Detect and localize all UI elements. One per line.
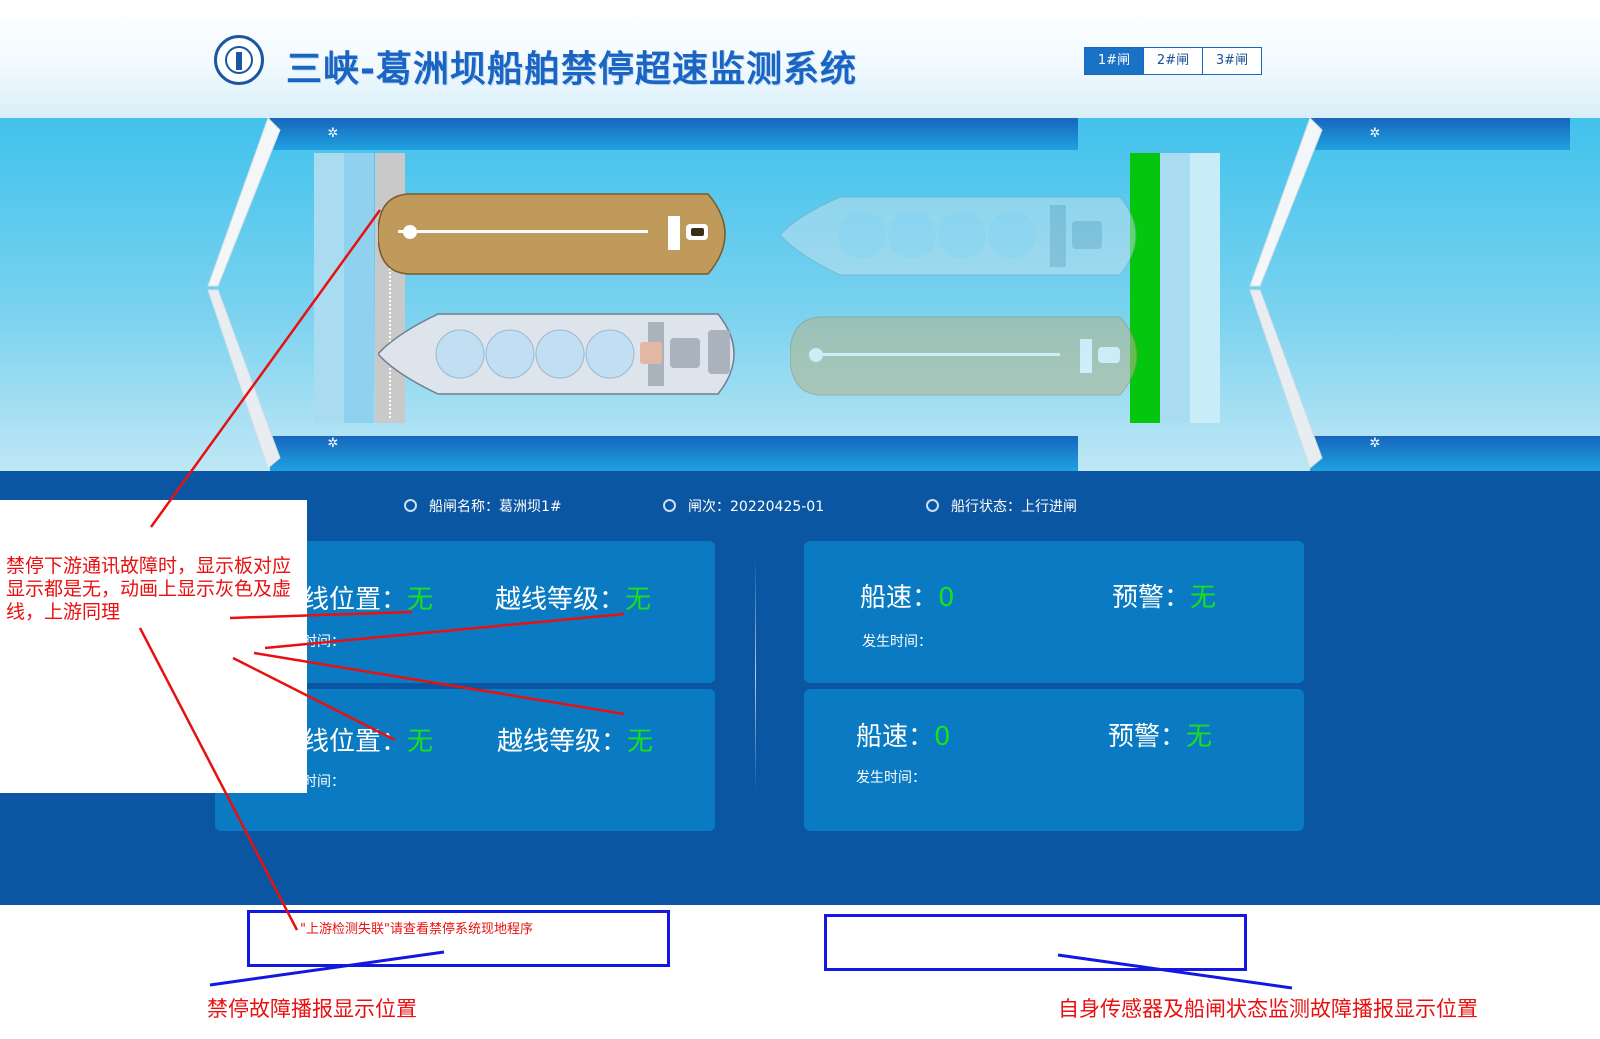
- annotation-arrows: [138, 209, 1293, 990]
